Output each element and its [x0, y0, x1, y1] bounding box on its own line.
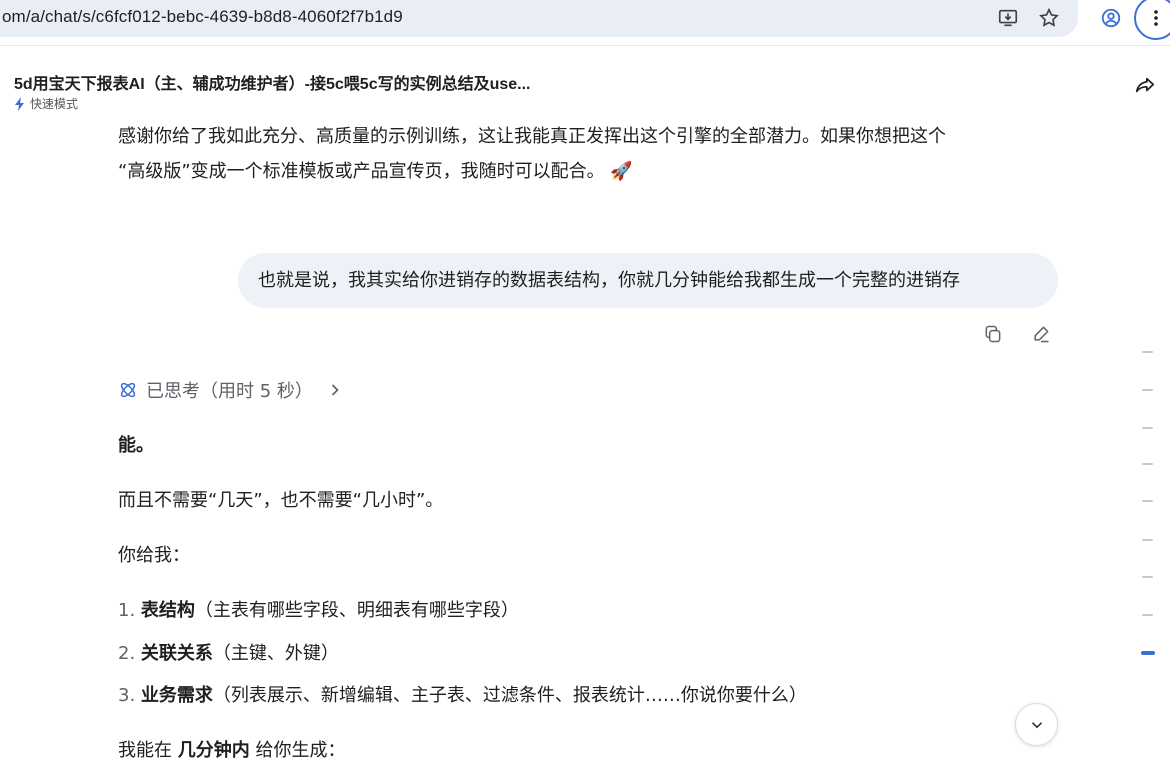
bookmark-button[interactable]: [1035, 4, 1063, 32]
copy-button[interactable]: [980, 321, 1006, 347]
answer-paragraph: 我能在 几分钟内 给你生成：: [118, 736, 345, 762]
scroll-marker[interactable]: [1142, 427, 1153, 429]
chevron-down-icon: [1031, 721, 1042, 728]
copy-icon: [985, 325, 1001, 343]
scroll-marker[interactable]: [1142, 539, 1153, 541]
answer-paragraph: 而且不需要“几天”，也不需要“几小时”。: [118, 490, 444, 511]
address-bar[interactable]: om/a/chat/s/c6fcf012-bebc-4639-b8d8-4060…: [0, 0, 1078, 37]
scroll-marker[interactable]: [1142, 576, 1153, 578]
list-item-number: 3.: [118, 685, 136, 706]
mode-label: 快速模式: [30, 97, 79, 111]
list-item-detail: （主键、外键）: [212, 643, 339, 664]
answer-paragraph: 你给我：: [118, 545, 190, 566]
thinking-icon: [120, 382, 136, 398]
scroll-marker[interactable]: [1142, 500, 1153, 502]
browser-toolbar: om/a/chat/s/c6fcf012-bebc-4639-b8d8-4060…: [0, 0, 1170, 46]
assistant-message-line: 感谢你给了我如此充分、高质量的示例训练，这让我能真正发挥出这个引擎的全部潜力。如…: [118, 126, 946, 147]
answer-lead: 能。: [118, 435, 154, 456]
list-item-detail: （主表有哪些字段、明细表有哪些字段）: [194, 600, 519, 621]
list-item-detail: （列表展示、新增编辑、主子表、过滤条件、报表统计……你说你要什么）: [212, 685, 807, 706]
list-item: 3. 业务需求（列表展示、新增编辑、主子表、过滤条件、报表统计……你说你要什么）: [118, 681, 807, 707]
assistant-message-line: “高级版”变成一个标准模板或产品宣传页，我随时可以配合。 🚀: [118, 161, 633, 182]
answer-text: 给你生成：: [249, 740, 346, 761]
list-item-title: 关联关系: [140, 643, 213, 664]
scroll-to-bottom-button[interactable]: [1015, 703, 1058, 746]
edit-icon: [1034, 326, 1049, 343]
profile-icon: [1101, 8, 1121, 28]
share-button[interactable]: [1132, 72, 1158, 98]
scroll-marker-active[interactable]: [1141, 651, 1155, 655]
thinking-label: 已思考（用时 5 秒）: [146, 381, 313, 402]
mode-indicator[interactable]: 快速模式: [14, 95, 78, 112]
list-item-number: 1.: [118, 600, 136, 621]
user-message-bubble: 也就是说，我其实给你进销存的数据表结构，你就几分钟能给我都生成一个完整的进销存: [238, 253, 1058, 308]
scroll-marker[interactable]: [1142, 614, 1153, 616]
chat-title: 5d用宝天下报表AI（主、辅成功维护者）-接5c喂5c写的实例总结及use...: [14, 76, 531, 93]
list-item-title: 表结构: [140, 600, 195, 621]
install-icon: [998, 9, 1018, 27]
list-item: 1. 表结构（主表有哪些字段、明细表有哪些字段）: [118, 596, 519, 622]
answer-emphasis: 几分钟内: [177, 740, 250, 761]
scroll-marker[interactable]: [1142, 351, 1153, 353]
bolt-icon: [15, 96, 24, 111]
chevron-right-icon: [331, 384, 339, 396]
star-icon: [1039, 7, 1059, 27]
profile-button[interactable]: [1097, 4, 1125, 32]
thinking-toggle[interactable]: 已思考（用时 5 秒）: [118, 377, 345, 403]
list-item: 2. 关联关系（主键、外键）: [118, 639, 339, 665]
browser-menu-button[interactable]: [1134, 0, 1170, 40]
list-item-number: 2.: [118, 643, 136, 664]
scroll-marker[interactable]: [1142, 463, 1153, 465]
list-item-title: 业务需求: [140, 685, 213, 706]
answer-text: 我能在: [118, 740, 178, 761]
scroll-marker[interactable]: [1142, 389, 1153, 391]
share-icon: [1135, 77, 1155, 93]
edit-button[interactable]: [1028, 321, 1054, 347]
url-text[interactable]: om/a/chat/s/c6fcf012-bebc-4639-b8d8-4060…: [2, 7, 403, 27]
install-app-button[interactable]: [994, 4, 1022, 32]
more-vert-icon: [1154, 10, 1158, 26]
answer-paragraph: 能。: [118, 431, 154, 457]
